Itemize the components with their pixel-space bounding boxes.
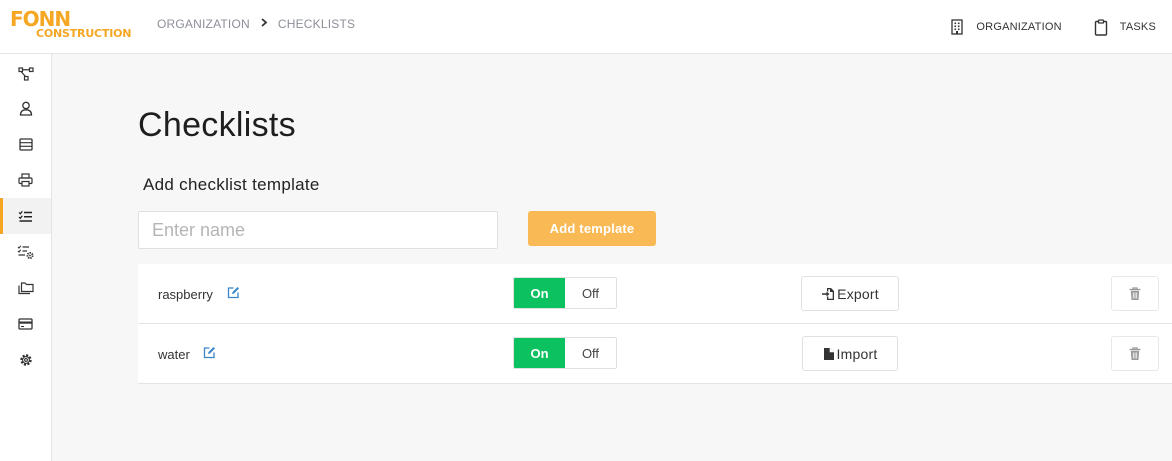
toggle-off-button[interactable]: Off [565, 278, 616, 308]
toggle-off-button[interactable]: Off [565, 338, 616, 368]
add-template-button[interactable]: Add template [528, 211, 656, 246]
import-button[interactable]: Import [802, 336, 898, 371]
trash-icon [1129, 346, 1141, 360]
delete-button[interactable] [1111, 336, 1159, 371]
gear-icon [19, 354, 32, 366]
checklist-name: water [158, 347, 190, 362]
credit-card-icon [18, 318, 33, 330]
toggle-on-button[interactable]: On [514, 278, 565, 308]
sidebar [0, 54, 52, 461]
sidebar-item-folders[interactable] [0, 270, 51, 306]
import-label: Import [836, 345, 878, 362]
organization-nav-button[interactable]: ORGANIZATION [950, 19, 1062, 35]
logo-subtitle: CONSTRUCTION [36, 27, 132, 40]
checklist-list: raspberry On Off Export water On Off Imp… [138, 264, 1172, 384]
sidebar-item-billing[interactable] [0, 306, 51, 342]
export-label: Export [837, 285, 879, 302]
template-name-input[interactable] [138, 211, 498, 249]
breadcrumb-checklists[interactable]: CHECKLISTS [278, 17, 355, 31]
add-template-heading: Add checklist template [143, 175, 320, 194]
trash-icon [1129, 286, 1141, 300]
sidebar-item-print[interactable] [0, 162, 51, 198]
database-icon [18, 137, 33, 151]
building-icon [951, 19, 964, 35]
sidebar-item-users[interactable] [0, 90, 51, 126]
checklist-name: raspberry [158, 287, 213, 302]
export-icon [822, 287, 835, 300]
tasks-nav-button[interactable]: TASKS [1094, 18, 1156, 36]
tasks-nav-label: TASKS [1119, 21, 1156, 33]
breadcrumb-separator-icon [260, 18, 268, 30]
export-button[interactable]: Export [801, 276, 899, 311]
status-toggle: On Off [513, 277, 617, 309]
checklist-settings-icon [17, 245, 34, 259]
clipboard-icon [1094, 18, 1107, 36]
file-icon [823, 347, 834, 360]
edit-icon[interactable] [227, 286, 240, 304]
delete-button[interactable] [1111, 276, 1159, 311]
printer-icon [18, 173, 33, 187]
sidebar-item-checklist-settings[interactable] [0, 234, 51, 270]
status-toggle: On Off [513, 337, 617, 369]
folders-icon [17, 281, 34, 294]
user-icon [19, 101, 32, 116]
organization-nav-label: ORGANIZATION [976, 21, 1062, 33]
breadcrumb-organization[interactable]: ORGANIZATION [157, 17, 250, 31]
toggle-on-button[interactable]: On [514, 338, 565, 368]
sidebar-item-settings[interactable] [0, 342, 51, 378]
sidebar-item-database[interactable] [0, 126, 51, 162]
sidebar-item-checklists[interactable] [0, 198, 51, 234]
edit-icon[interactable] [203, 346, 216, 364]
checklist-icon [18, 210, 32, 222]
header-nav: ORGANIZATION TASKS [950, 0, 1172, 54]
checklist-row: raspberry On Off Export [138, 264, 1172, 324]
sidebar-item-workflow[interactable] [0, 56, 51, 92]
workflow-icon [17, 67, 34, 81]
top-header: FONN CONSTRUCTION ORGANIZATION CHECKLIST… [0, 0, 1172, 54]
breadcrumb: ORGANIZATION CHECKLISTS [157, 17, 355, 31]
fonn-logo[interactable]: FONN CONSTRUCTION [10, 8, 131, 42]
page-title: Checklists [138, 106, 296, 144]
checklist-row: water On Off Import [138, 324, 1172, 384]
